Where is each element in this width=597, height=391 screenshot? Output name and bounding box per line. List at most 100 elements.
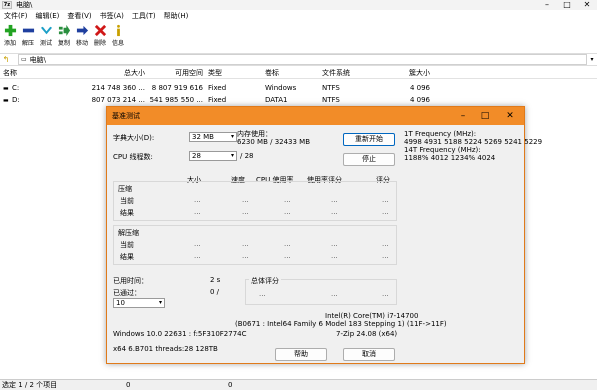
move-button[interactable]: 移动 <box>74 22 90 52</box>
col-label[interactable]: 卷标 <box>265 68 279 79</box>
menu-bar: 文件(F) 编辑(E) 查看(V) 书签(A) 工具(T) 帮助(H) <box>0 11 193 22</box>
benchmark-dialog: 基准测试 – □ ✕ 字典大小(D): 32 MB ▾ CPU 线程数: 28 … <box>106 106 542 364</box>
drive-name: D: <box>12 96 20 104</box>
extract-button[interactable]: 解压 <box>20 22 36 52</box>
drive-icon: ▬ <box>3 85 9 92</box>
stop-button[interactable]: 停止 <box>343 153 395 166</box>
dict-size-label: 字典大小(D): <box>113 134 155 142</box>
drive-free: 8 807 919 616 <box>151 84 203 92</box>
status-size: 0 <box>126 381 131 389</box>
freq-14t-values: 1188% 4012 1234% 4024 <box>404 154 496 162</box>
drive-total: 214 748 360 ... <box>91 84 145 92</box>
cpu-threads-value: 28 <box>192 152 201 160</box>
ellipsis: ... <box>284 240 291 248</box>
menu-file[interactable]: 文件(F) <box>0 11 32 22</box>
decompression-label: 解压缩 <box>118 229 139 237</box>
col-total-size[interactable]: 总大小 <box>100 68 145 79</box>
path-input[interactable]: ▭ 电脑\ <box>18 54 587 65</box>
threads-total: / 28 <box>240 152 254 160</box>
minimize-icon[interactable]: – <box>537 0 557 10</box>
ellipsis: ... <box>382 196 389 204</box>
address-bar: ↰ ▭ 电脑\ ▾ <box>0 53 597 66</box>
ellipsis: ... <box>382 290 389 298</box>
version-info: 7-Zip 24.08 (x64) <box>336 330 398 338</box>
col-name[interactable]: 名称 <box>3 68 17 79</box>
delete-button[interactable]: 删除 <box>92 22 108 52</box>
copy-label: 复制 <box>57 40 70 47</box>
delete-x-icon <box>94 24 106 37</box>
test-button[interactable]: 测试 <box>38 22 54 52</box>
dict-size-select[interactable]: 32 MB ▾ <box>189 132 237 142</box>
menu-edit[interactable]: 编辑(E) <box>32 11 64 22</box>
add-button[interactable]: 添加 <box>2 22 18 52</box>
col-free-space[interactable]: 可用空间 <box>160 68 203 79</box>
path-text: 电脑\ <box>29 55 47 64</box>
dialog-title: 基准测试 <box>112 112 140 120</box>
close-icon[interactable]: ✕ <box>577 0 597 10</box>
minimize-icon[interactable]: – <box>452 107 474 125</box>
7zip-app-icon: 7z <box>2 1 12 9</box>
list-header: 名称 总大小 可用空间 类型 卷标 文件系统 簇大小 <box>0 68 597 79</box>
cpu-threads-select[interactable]: 28 ▾ <box>189 151 237 161</box>
list-item[interactable]: ▬ C: 214 748 360 ... 8 807 919 616 Fixed… <box>0 83 597 94</box>
list-item[interactable]: ▬ D: 807 073 214 ... 541 985 550 ... Fix… <box>0 95 597 106</box>
delete-label: 删除 <box>93 40 106 47</box>
decompress-current-label: 当前 <box>120 241 134 249</box>
chevron-down-icon: ▾ <box>158 299 162 306</box>
passes-select[interactable]: 10 ▾ <box>113 298 165 308</box>
cpu-id: (B0671 : Intel64 Family 6 Model 183 Step… <box>235 320 447 328</box>
ellipsis: ... <box>284 208 291 216</box>
menu-tools[interactable]: 工具(T) <box>128 11 160 22</box>
menu-bookmarks[interactable]: 书签(A) <box>96 11 128 22</box>
col-filesystem[interactable]: 文件系统 <box>322 68 350 79</box>
move-label: 移动 <box>75 40 88 47</box>
close-icon[interactable]: ✕ <box>499 107 521 125</box>
arch-info: x64 6.B701 threads:28 128TB <box>113 345 218 353</box>
ellipsis: ... <box>382 252 389 260</box>
ellipsis: ... <box>242 240 249 248</box>
drive-cluster: 4 096 <box>409 96 430 104</box>
menu-view[interactable]: 查看(V) <box>63 11 95 22</box>
status-selection: 选定 1 / 2 个项目 <box>2 381 58 389</box>
chevron-down-icon: ▾ <box>230 133 234 140</box>
menu-help[interactable]: 帮助(H) <box>160 11 193 22</box>
ellipsis: ... <box>194 196 201 204</box>
maximize-icon[interactable]: □ <box>474 107 496 125</box>
drive-name: C: <box>12 84 20 92</box>
drive-free: 541 985 550 ... <box>149 96 203 104</box>
col-type[interactable]: 类型 <box>208 68 222 79</box>
info-button[interactable]: 信息 <box>110 22 126 52</box>
extract-label: 解压 <box>21 40 34 47</box>
chevron-down-icon[interactable]: ▾ <box>587 56 597 63</box>
elapsed-label: 已用时间： <box>113 277 148 285</box>
ellipsis: ... <box>382 208 389 216</box>
ellipsis: ... <box>242 252 249 260</box>
move-arrow-icon <box>76 25 88 36</box>
compression-section <box>113 181 397 221</box>
ellipsis: ... <box>242 208 249 216</box>
total-rating-label: 总体评分 <box>249 276 281 286</box>
col-cluster-size[interactable]: 簇大小 <box>385 68 430 79</box>
freq-14t-label: 14T Frequency (MHz): <box>404 146 481 154</box>
memory-usage-value: 6230 MB / 32433 MB <box>237 138 311 146</box>
copy-button[interactable]: 复制 <box>56 22 72 52</box>
up-folder-icon[interactable]: ↰ <box>0 55 12 64</box>
cpu-threads-label: CPU 线程数: <box>113 153 153 161</box>
drive-type: Fixed <box>208 96 227 104</box>
ellipsis: ... <box>331 290 338 298</box>
chevron-down-icon: ▾ <box>230 152 234 159</box>
restart-button[interactable]: 重新开始 <box>343 133 395 146</box>
freq-1t-label: 1T Frequency (MHz): <box>404 130 477 138</box>
ellipsis: ... <box>331 196 338 204</box>
compress-current-label: 当前 <box>120 197 134 205</box>
dialog-titlebar: 基准测试 – □ ✕ <box>107 107 524 125</box>
cancel-button[interactable]: 取消 <box>343 348 395 361</box>
drive-cluster: 4 096 <box>409 84 430 92</box>
info-icon <box>116 24 120 37</box>
maximize-icon[interactable]: □ <box>557 0 577 10</box>
add-label: 添加 <box>3 40 16 47</box>
compress-result-label: 结果 <box>120 209 134 217</box>
ellipsis: ... <box>284 196 291 204</box>
help-button[interactable]: 帮助 <box>275 348 327 361</box>
toolbar: 添加 解压 测试 复制 移动 删除 信息 <box>0 22 126 52</box>
